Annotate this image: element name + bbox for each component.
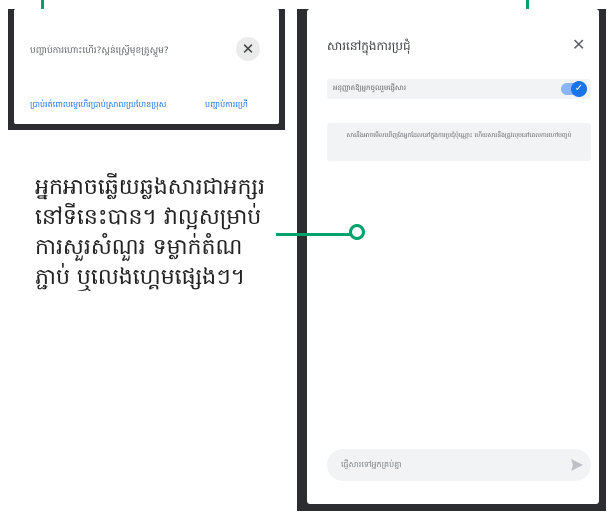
close-icon[interactable]: ✕: [572, 35, 585, 54]
chat-panel: សារនៅក្នុងការប្រជុំ ✕ អនុញ្ញាតឱ្យអ្នកចូល…: [307, 9, 599, 504]
close-icon[interactable]: ✕: [236, 37, 260, 61]
chat-prompt-popup-frame: បញ្ហាប់ការហោះហើរ?ស្គន់ស្វ្រើមុខត្រូស្តួម…: [8, 9, 285, 130]
popup-link-stop[interactable]: បញ្ហាប់ការហ្រើ: [205, 99, 248, 111]
chat-info-text: សារនឹងអាចមើលឃើញតែអ្នកដែលនៅក្នុងការប្រជុំ…: [346, 132, 572, 139]
check-icon: ✓: [571, 81, 587, 97]
chat-panel-frame: សារនៅក្នុងការប្រជុំ ✕ អនុញ្ញាតឱ្យអ្នកចូល…: [297, 9, 606, 511]
connector-line: [276, 233, 353, 236]
message-input[interactable]: ផ្ញើសារទៅអ្នកគ្រប់គ្នា: [327, 449, 591, 481]
popup-question-text: បញ្ហាប់ការហោះហើរ?ស្គន់ស្វ្រើមុខត្រូស្តួម…: [30, 46, 169, 56]
panel-title: សារនៅក្នុងការប្រជុំ: [327, 39, 411, 53]
message-placeholder: ផ្ញើសារទៅអ្នកគ្រប់គ្នា: [341, 460, 402, 469]
chat-info-box: សារនឹងអាចមើលឃើញតែអ្នកដែលនៅក្នុងការប្រជុំ…: [327, 123, 591, 161]
toggle-label: អនុញ្ញាតឱ្យអ្នកចូលរួមផ្ញើសារ: [333, 84, 407, 92]
chat-prompt-popup: បញ្ហាប់ការហោះហើរ?ស្គន់ស្វ្រើមុខត្រូស្តួម…: [14, 9, 279, 124]
send-icon[interactable]: [569, 457, 585, 473]
popup-link-option[interactable]: ប្រាប់រត់ពោលម្ទេហើរប្រាប់ស្រាលយ្រហែនប្រុ…: [30, 99, 166, 111]
close-glyph: ✕: [241, 39, 255, 58]
caption-text: អ្នកអាចឆ្លើយឆ្លងសារជាអក្សរនៅទីនេះបាន។ វា…: [35, 175, 265, 290]
allow-messages-setting: អនុញ្ញាតឱ្យអ្នកចូលរួមផ្ញើសារ ✓: [327, 79, 591, 99]
allow-messages-toggle[interactable]: ✓: [561, 81, 587, 97]
connector-dot: [349, 224, 365, 240]
